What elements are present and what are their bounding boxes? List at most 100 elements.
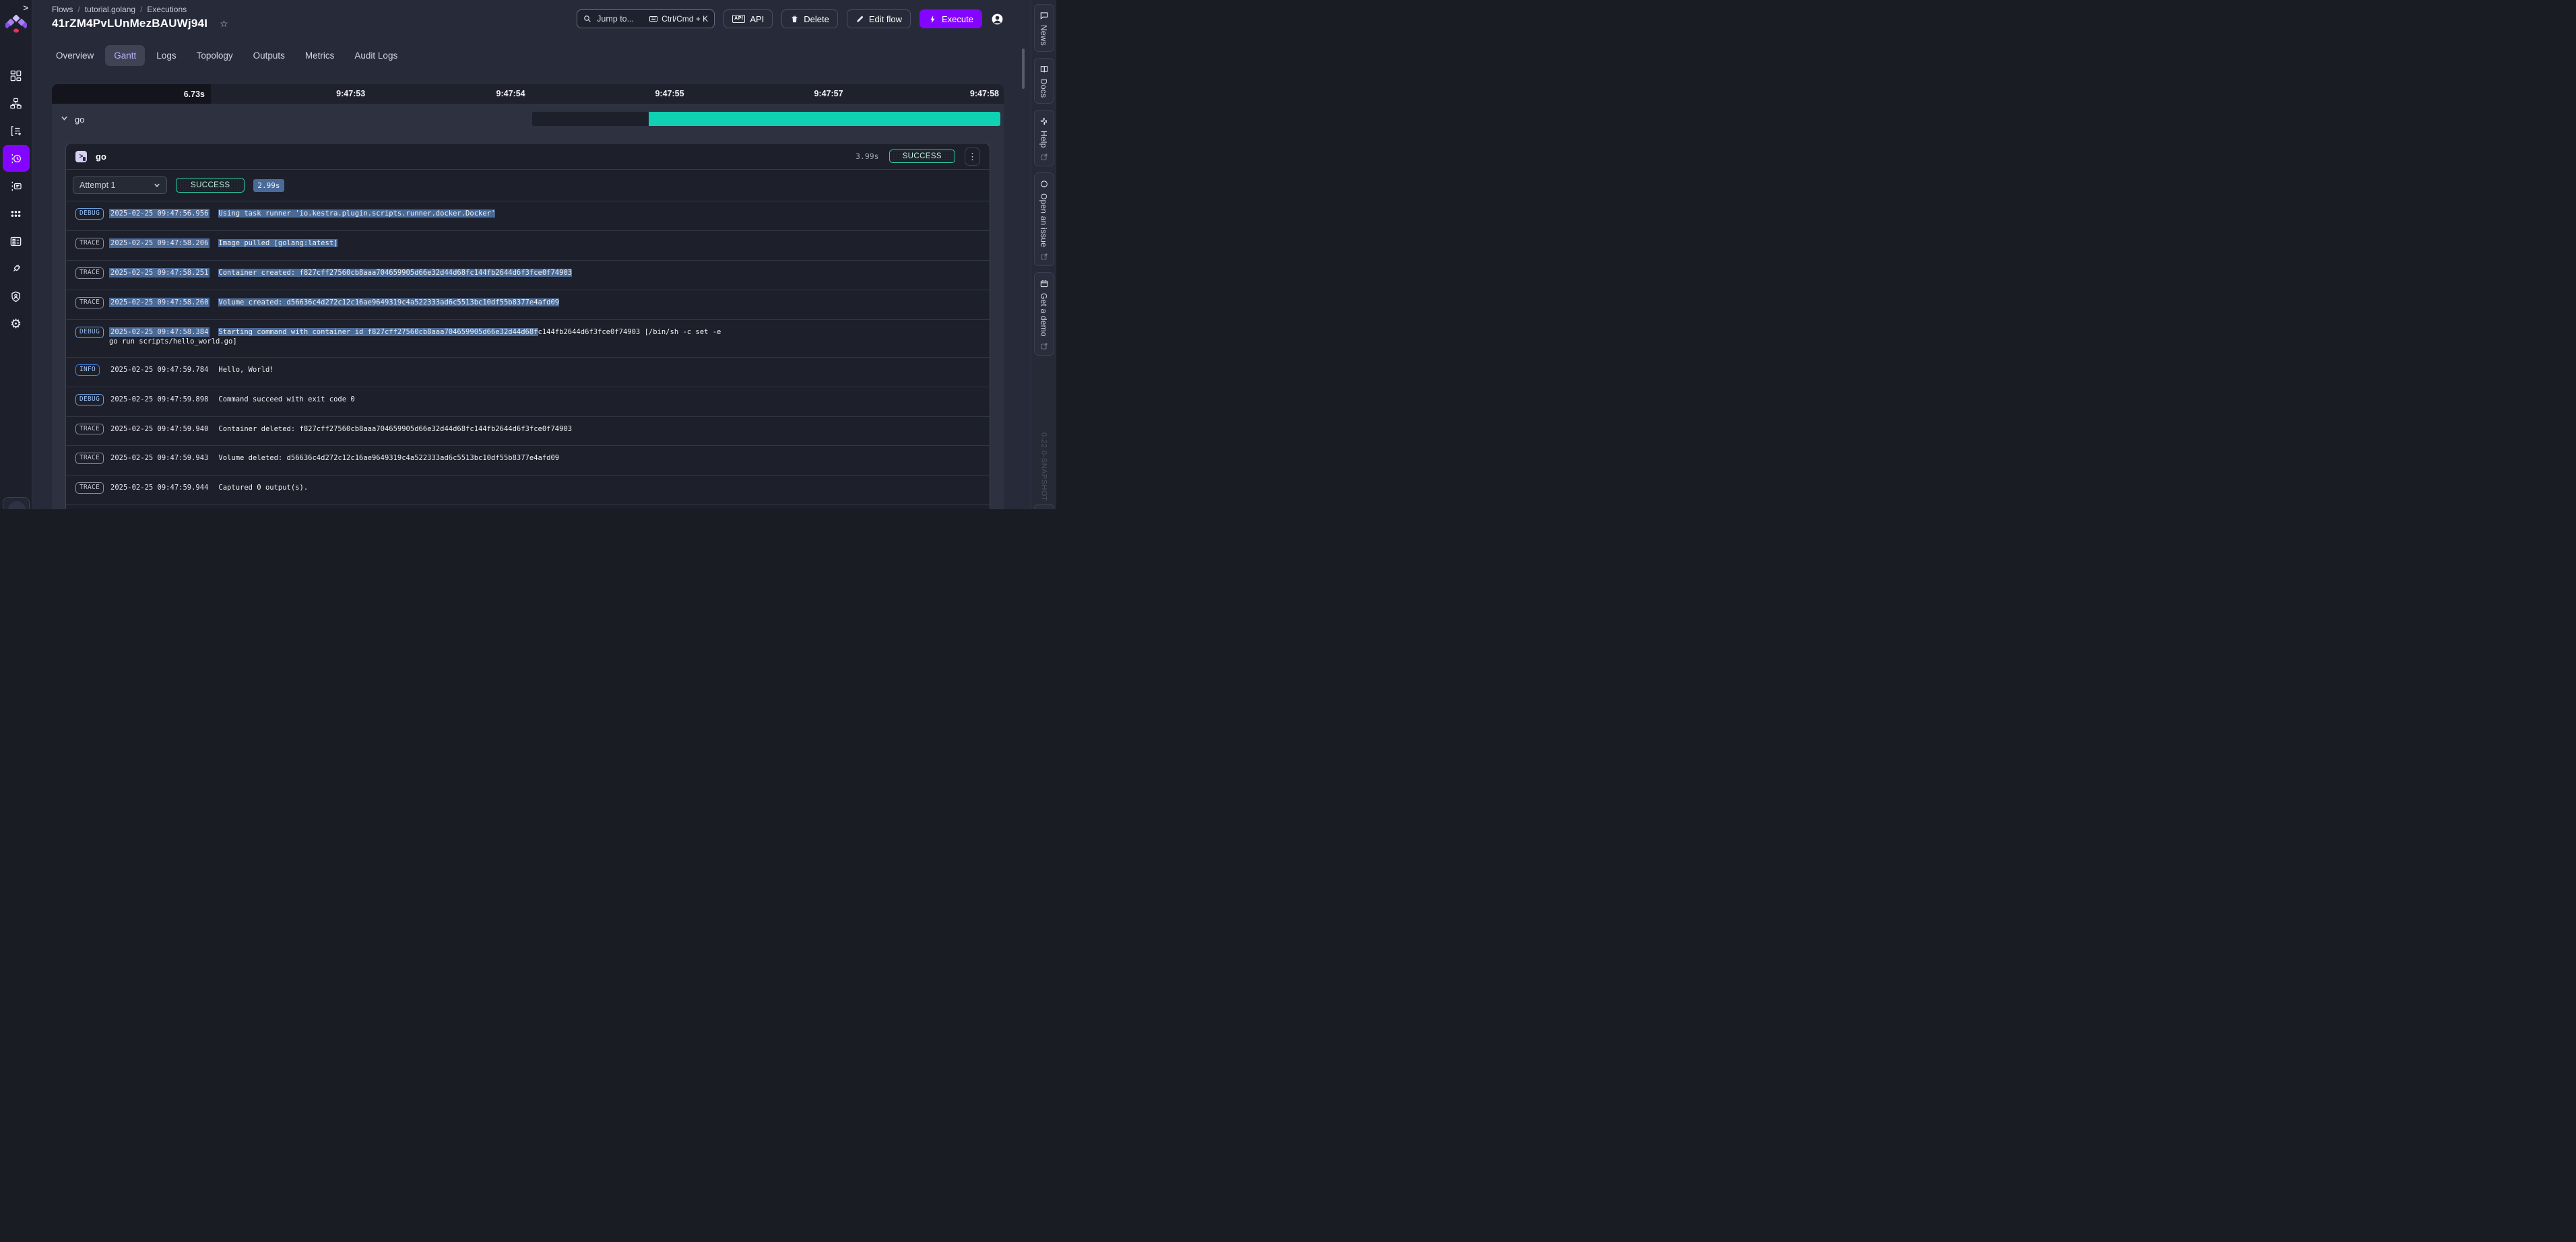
tab-gantt[interactable]: Gantt bbox=[105, 44, 146, 66]
tab-topology[interactable]: Topology bbox=[188, 45, 242, 66]
external-link-icon bbox=[1040, 341, 1048, 350]
log-row[interactable]: DEBUG 2025-02-25 09:47:56.956 Using task r… bbox=[66, 201, 990, 231]
log-row[interactable]: TRACE 2025-02-25 09:47:59.943 Volume delet… bbox=[66, 446, 990, 476]
star-outline-icon[interactable]: ☆ bbox=[220, 18, 228, 30]
breadcrumb-item[interactable]: Executions bbox=[147, 5, 187, 14]
sidebar-item-plugins[interactable] bbox=[3, 255, 30, 282]
execute-button[interactable]: Execute bbox=[920, 9, 982, 28]
view-dashboard-icon bbox=[9, 69, 22, 82]
sidebar-item-logs[interactable] bbox=[3, 172, 30, 199]
gantt-bar-success[interactable] bbox=[649, 112, 1000, 126]
rail-button-get-a-demo[interactable]: Get a demo bbox=[1033, 272, 1054, 356]
button-label: Edit flow bbox=[868, 13, 903, 24]
script-task-icon: > bbox=[75, 150, 87, 162]
blueprints-icon bbox=[9, 235, 22, 248]
sidebar-item-blueprints[interactable] bbox=[3, 228, 30, 255]
apps-icon bbox=[9, 207, 22, 220]
rail-button-docs[interactable]: Docs bbox=[1033, 57, 1054, 104]
rail-button-news[interactable]: News bbox=[1033, 4, 1054, 52]
gantt-panel: 6.73s 9:47:53 9:47:54 9:47:55 9:47:57 9:47:5… bbox=[52, 84, 1004, 509]
sidebar-item-flows[interactable] bbox=[3, 90, 30, 117]
log-level-badge: TRACE bbox=[75, 482, 104, 494]
trash-icon bbox=[790, 15, 799, 24]
log-row[interactable]: TRACE 2025-02-25 09:47:58.260 Volume creat… bbox=[66, 290, 990, 320]
execution-tabs: Overview Gantt Logs Topology Outputs Metrics A… bbox=[32, 43, 1031, 67]
log-timestamp: 2025-02-25 09:47:56.956 bbox=[109, 209, 210, 218]
search-icon bbox=[584, 15, 591, 22]
external-link-icon bbox=[1040, 252, 1048, 260]
task-name: go bbox=[96, 151, 106, 162]
attempt-select[interactable]: Attempt 1 bbox=[73, 176, 167, 194]
sidebar-user-button[interactable] bbox=[3, 497, 30, 509]
logs-icon bbox=[9, 180, 22, 193]
log-row[interactable]: DEBUG 2025-02-25 09:47:58.384 Starting com… bbox=[66, 320, 990, 358]
log-message: Volume created: d56636c4d272c12c16ae9649… bbox=[218, 298, 560, 306]
chevron-down-icon[interactable] bbox=[61, 113, 68, 125]
gantt-tick-label: 9:47:53 bbox=[336, 89, 366, 98]
log-row[interactable]: TRACE 2025-02-25 09:47:59.944 Captured 0 o… bbox=[66, 476, 990, 506]
sidebar-item-apps[interactable] bbox=[3, 200, 30, 227]
log-timestamp: 2025-02-25 09:47:59.784 bbox=[110, 365, 209, 374]
gantt-tick-label: 9:47:54 bbox=[496, 89, 525, 98]
log-level-badge: DEBUG bbox=[75, 393, 104, 405]
breadcrumb-item[interactable]: tutorial.golang bbox=[85, 5, 135, 14]
tab-logs[interactable]: Logs bbox=[148, 45, 185, 66]
tab-metrics[interactable]: Metrics bbox=[296, 45, 344, 66]
log-row[interactable]: DEBUG 2025-02-25 09:47:59.898 Command succ… bbox=[66, 387, 990, 417]
log-row[interactable]: TRACE 2025-02-25 09:47:58.251 Container cr… bbox=[66, 261, 990, 290]
security-icon bbox=[9, 290, 22, 303]
gantt-tick-label: 9:47:55 bbox=[655, 89, 684, 98]
log-timestamp: 2025-02-25 09:47:58.206 bbox=[109, 238, 210, 248]
sidebar-nav: ⚙ bbox=[0, 62, 32, 338]
sidebar-item-security[interactable] bbox=[3, 283, 30, 310]
log-message: Command succeed with exit code 0 bbox=[218, 395, 355, 403]
log-level-badge: TRACE bbox=[75, 423, 104, 435]
rail-bottom-button[interactable] bbox=[1034, 504, 1054, 509]
gantt-tick-label: 9:47:58 bbox=[969, 89, 999, 98]
rail-button-label: Help bbox=[1039, 130, 1049, 148]
log-level-badge: TRACE bbox=[75, 453, 104, 465]
rail-button-open-an-issue[interactable]: Open an issue bbox=[1033, 172, 1054, 267]
rail-button-help[interactable]: Help bbox=[1033, 109, 1054, 167]
breadcrumb-item[interactable]: Flows bbox=[52, 5, 73, 14]
log-message: Hello, World! bbox=[218, 365, 274, 374]
edit-flow-button[interactable]: Edit flow bbox=[846, 9, 911, 28]
log-row[interactable]: INFO 2025-02-25 09:47:59.784 Hello, World! bbox=[66, 358, 990, 387]
api-icon: API bbox=[732, 15, 746, 23]
log-message: Starting command with container id f827c… bbox=[218, 327, 538, 336]
sidebar-expand-icon[interactable]: > bbox=[23, 3, 28, 13]
topbar-actions: API API Delete Edit flow Execute bbox=[723, 9, 982, 28]
sidebar-item-dashboard[interactable] bbox=[3, 62, 30, 89]
api-button[interactable]: API API bbox=[723, 9, 773, 28]
github-icon bbox=[1039, 179, 1049, 193]
page-title: 41rZM4PvLUnMezBAUWj94I bbox=[52, 17, 208, 30]
log-row[interactable]: TRACE 2025-02-25 09:47:58.206 Image pulled… bbox=[66, 231, 990, 261]
version-label: 0.22.0-SNAPSHOT bbox=[1039, 432, 1048, 501]
delete-button[interactable]: Delete bbox=[781, 9, 838, 28]
kestra-logo-icon[interactable] bbox=[3, 14, 29, 35]
log-level-badge: TRACE bbox=[75, 267, 104, 279]
tab-overview[interactable]: Overview bbox=[47, 45, 102, 66]
log-row[interactable]: TRACE 2025-02-25 09:47:59.940 Container de… bbox=[66, 417, 990, 447]
sidebar-item-settings[interactable]: ⚙ bbox=[3, 310, 30, 337]
tab-outputs[interactable]: Outputs bbox=[245, 45, 294, 66]
user-avatar[interactable] bbox=[991, 13, 1004, 26]
gantt-bar-waiting[interactable] bbox=[532, 112, 649, 126]
chat-icon bbox=[1039, 11, 1049, 25]
book-icon bbox=[1039, 65, 1049, 79]
sidebar-item-editor[interactable] bbox=[3, 117, 30, 144]
gantt-task-label: go bbox=[75, 114, 85, 125]
task-menu-button[interactable]: ⋮ bbox=[965, 147, 980, 166]
sidebar-item-executions[interactable] bbox=[2, 145, 30, 172]
search-input[interactable]: Jump to... Ctrl/Cmd + K bbox=[577, 9, 715, 28]
search-placeholder: Jump to... bbox=[597, 14, 635, 24]
bolt-icon bbox=[928, 15, 937, 24]
kestra-app: > ⚙ Flows / tutorial.golang / Executions 41r… bbox=[0, 0, 1056, 509]
scrollbar-thumb[interactable] bbox=[1022, 48, 1025, 89]
gantt-task-row[interactable]: go bbox=[52, 104, 1004, 135]
log-message: Using task runner 'io.kestra.plugin.scri… bbox=[218, 209, 496, 218]
slack-icon bbox=[1039, 117, 1049, 131]
log-message: Image pulled [golang:latest] bbox=[218, 238, 338, 247]
rail-button-label: Docs bbox=[1039, 78, 1049, 98]
tab-audit-logs[interactable]: Audit Logs bbox=[346, 45, 406, 66]
